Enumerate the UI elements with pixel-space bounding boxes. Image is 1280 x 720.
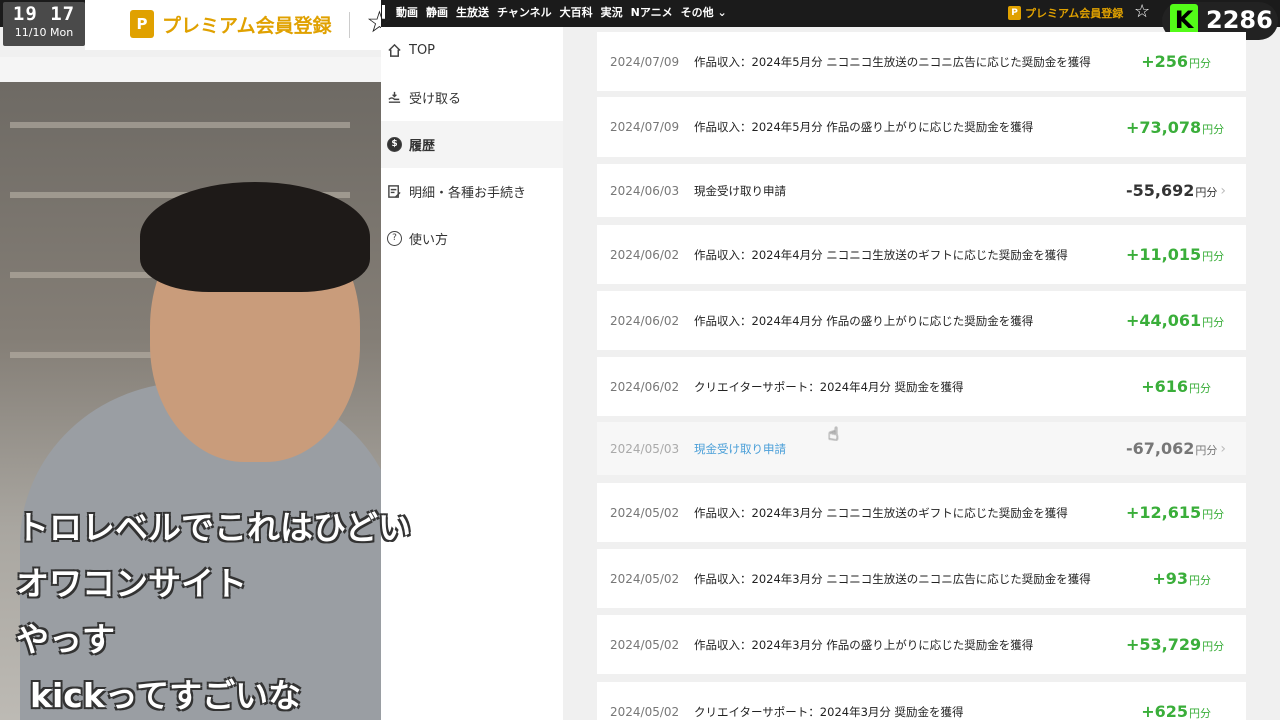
transaction-desc: クリエイターサポート：2024年3月分 奨励金を獲得: [694, 704, 964, 719]
transaction-date: 2024/06/03: [610, 183, 680, 198]
clock-overlay: 19 17 11/10 Mon: [3, 2, 85, 46]
sidebar-item-label: 使い方: [409, 233, 449, 248]
transaction-date: 2024/06/02: [610, 379, 680, 394]
transaction-desc: 作品収入：2024年4月分 作品の盛り上がりに応じた奨励金を獲得: [694, 313, 1034, 328]
transaction-desc: 作品収入：2024年3月分 ニコニコ生放送のニコニ広告に応じた奨励金を獲得: [694, 571, 1091, 586]
transaction-amount: +44,061円分: [1126, 311, 1225, 330]
transaction-date: 2024/05/02: [610, 505, 680, 520]
nav-link-live[interactable]: 生放送: [456, 4, 489, 20]
transaction-desc: 作品収入：2024年5月分 ニコニコ生放送のニコニ広告に応じた奨励金を獲得: [694, 54, 1091, 69]
transaction-row: 2024/05/02 作品収入：2024年3月分 ニコニコ生放送のギフトに応じた…: [597, 483, 1246, 542]
transaction-amount: +53,729円分: [1126, 635, 1225, 654]
transaction-row: 2024/06/02 作品収入：2024年4月分 ニコニコ生放送のギフトに応じた…: [597, 225, 1246, 284]
sidebar-item-details[interactable]: 明細・各種お手続き: [381, 168, 563, 215]
help-circle-icon: ?: [386, 230, 403, 247]
transaction-row: 2024/05/02 クリエイターサポート：2024年3月分 奨励金を獲得 +6…: [597, 682, 1246, 720]
chevron-right-icon: ›: [1220, 440, 1226, 457]
transaction-row: 2024/06/02 クリエイターサポート：2024年4月分 奨励金を獲得 +6…: [597, 357, 1246, 416]
stream-comments: トロレベルでこれはひどい オワコンサイト やっす kickってすごいな: [16, 500, 411, 720]
person-hair: [140, 182, 370, 292]
shelf: [10, 122, 350, 128]
transaction-row-withdrawal[interactable]: 2024/05/03 現金受け取り申請 -67,062円分 ›: [597, 422, 1246, 475]
transaction-date: 2024/05/02: [610, 637, 680, 652]
mouse-pointer-icon: ☝: [828, 424, 839, 445]
nav-link-more[interactable]: その他 ⌄: [681, 4, 727, 20]
nav-link-douga[interactable]: 動画: [396, 4, 418, 20]
transaction-date: 2024/05/02: [610, 571, 680, 586]
nav-link-nanime[interactable]: Nアニメ: [631, 4, 673, 20]
sidebar-item-label: 明細・各種お手続き: [409, 186, 527, 201]
premium-badge-icon: P: [1008, 6, 1021, 20]
transaction-row-withdrawal[interactable]: 2024/06/03 現金受け取り申請 -55,692円分 ›: [597, 164, 1246, 217]
stream-comment: やっす: [16, 620, 115, 659]
document-edit-icon: [386, 183, 403, 200]
nav-link-jikkyo[interactable]: 実況: [601, 4, 623, 20]
transaction-amount: +256円分: [1141, 52, 1211, 71]
transaction-row: 2024/07/09 作品収入：2024年5月分 ニコニコ生放送のニコニ広告に応…: [597, 32, 1246, 91]
transaction-desc: 作品収入：2024年3月分 作品の盛り上がりに応じた奨励金を獲得: [694, 637, 1034, 652]
stream-comment: kickってすごいな: [30, 676, 302, 715]
transaction-date: 2024/07/09: [610, 54, 680, 69]
chevron-right-icon: ›: [1220, 182, 1226, 199]
clock-date: 11/10 Mon: [14, 26, 74, 39]
transaction-desc: 現金受け取り申請: [694, 183, 786, 198]
receive-icon: [386, 89, 403, 106]
shelf: [10, 352, 160, 358]
premium-badge-icon: P: [130, 10, 154, 38]
transaction-row: 2024/06/02 作品収入：2024年4月分 作品の盛り上がりに応じた奨励金…: [597, 291, 1246, 350]
premium-register-link[interactable]: P プレミアム会員登録: [130, 10, 332, 38]
sidebar-item-label: 履歴: [409, 139, 436, 154]
transaction-date: 2024/05/03: [610, 441, 680, 456]
transaction-amount: +12,615円分: [1126, 503, 1225, 522]
premium-register-link-top[interactable]: P プレミアム会員登録: [1008, 5, 1123, 21]
sidebar-item-howto[interactable]: ? 使い方: [381, 215, 563, 262]
sidebar-item-label: 受け取る: [409, 92, 462, 107]
star-icon[interactable]: ☆: [1134, 2, 1150, 22]
transaction-row: 2024/05/02 作品収入：2024年3月分 ニコニコ生放送のニコニ広告に応…: [597, 549, 1246, 608]
nav-links: 動画 静画 生放送 チャンネル 大百科 実況 Nアニメ その他 ⌄: [396, 0, 727, 23]
premium-label: プレミアム会員登録: [162, 14, 332, 37]
history-coin-icon: $: [386, 136, 403, 153]
transaction-amount: +93円分: [1152, 569, 1211, 588]
transaction-date: 2024/06/02: [610, 247, 680, 262]
sidebar-item-top[interactable]: TOP: [381, 27, 563, 74]
nav-link-seiga[interactable]: 静画: [426, 4, 448, 20]
transaction-list: 2024/07/09 作品収入：2024年5月分 ニコニコ生放送のニコニ広告に応…: [563, 27, 1280, 720]
transaction-amount: +11,015円分: [1126, 245, 1225, 264]
clock-time: 19 17: [12, 3, 76, 25]
transaction-amount: +625円分: [1141, 702, 1211, 720]
transaction-amount: -67,062円分: [1126, 439, 1218, 458]
sidebar-item-label: TOP: [409, 43, 436, 58]
home-icon: [386, 42, 403, 59]
transaction-row: 2024/05/02 作品収入：2024年3月分 作品の盛り上がりに応じた奨励金…: [597, 615, 1246, 674]
transaction-desc: クリエイターサポート：2024年4月分 奨励金を獲得: [694, 379, 964, 394]
sidebar-item-receive[interactable]: 受け取る: [381, 74, 563, 121]
transaction-date: 2024/05/02: [610, 704, 680, 719]
webcam-top-band: [0, 57, 381, 82]
transaction-amount: +616円分: [1141, 377, 1211, 396]
stream-comment: オワコンサイト: [16, 564, 247, 603]
header-divider: [349, 12, 350, 38]
transaction-row: 2024/07/09 作品収入：2024年5月分 作品の盛り上がりに応じた奨励金…: [597, 97, 1246, 157]
transaction-amount: -55,692円分: [1126, 181, 1218, 200]
nav-link-channel[interactable]: チャンネル: [497, 4, 552, 20]
transaction-desc: 作品収入：2024年4月分 ニコニコ生放送のギフトに応じた奨励金を獲得: [694, 247, 1068, 262]
transaction-amount: +73,078円分: [1126, 117, 1225, 137]
nav-link-dic[interactable]: 大百科: [560, 4, 593, 20]
transaction-desc-link[interactable]: 現金受け取り申請: [694, 441, 1126, 457]
stream-comment: トロレベルでこれはひどい: [16, 508, 412, 547]
premium-label: プレミアム会員登録: [1025, 7, 1124, 20]
transaction-desc: 作品収入：2024年3月分 ニコニコ生放送のギフトに応じた奨励金を獲得: [694, 505, 1068, 520]
sidebar-item-history[interactable]: $ 履歴: [381, 121, 563, 168]
transaction-desc: 作品収入：2024年5月分 作品の盛り上がりに応じた奨励金を獲得: [694, 120, 1034, 134]
transaction-date: 2024/07/09: [610, 120, 680, 134]
transaction-date: 2024/06/02: [610, 313, 680, 328]
